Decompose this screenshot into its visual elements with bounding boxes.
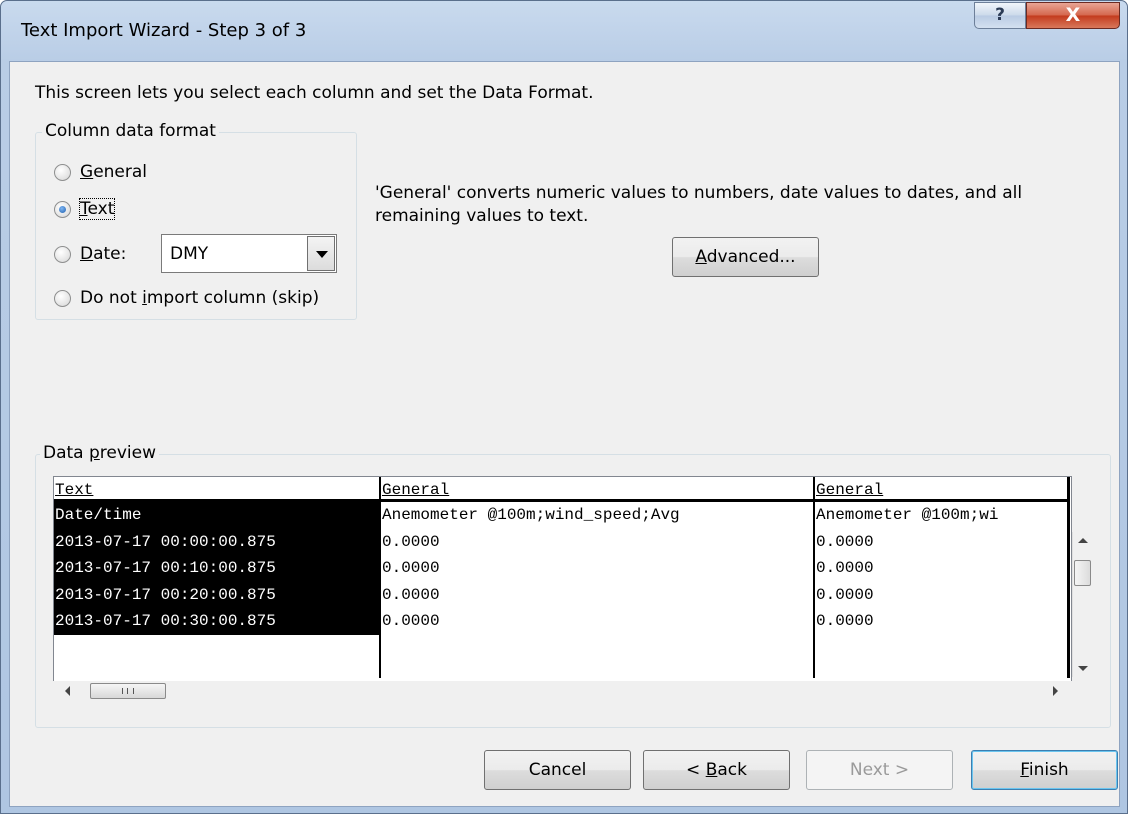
radio-date-accel: D xyxy=(80,244,94,264)
column-header[interactable]: General xyxy=(381,477,813,502)
table-cell: 2013-07-17 00:00:00.875 xyxy=(54,528,379,555)
back-accel: B xyxy=(705,760,718,780)
finish-button[interactable]: Finish xyxy=(971,750,1118,790)
radio-date-label: ate: xyxy=(93,244,127,264)
scroll-up-icon[interactable] xyxy=(1078,538,1088,543)
date-order-value: DMY xyxy=(170,244,209,264)
preview-column-1[interactable]: Text Date/time 2013-07-17 00:00:00.875 2… xyxy=(54,477,379,678)
next-button[interactable]: Next > xyxy=(806,750,953,790)
table-cell: 0.0000 xyxy=(816,532,874,551)
advanced-button[interactable]: Advanced... xyxy=(672,237,819,277)
vertical-scroll-thumb[interactable] xyxy=(1074,560,1091,586)
radio-general-label: eneral xyxy=(93,162,148,182)
radio-general-button[interactable] xyxy=(54,163,71,181)
back-pre: < xyxy=(686,760,706,780)
table-cell: Anemometer @100m;wi xyxy=(816,506,999,524)
radio-general-accel: G xyxy=(80,162,94,182)
close-button[interactable]: X xyxy=(1026,2,1120,29)
vertical-scrollbar[interactable] xyxy=(1072,532,1091,677)
back-label: ack xyxy=(717,760,747,780)
finish-label: inish xyxy=(1028,760,1069,780)
radio-text-button[interactable] xyxy=(54,200,71,218)
radio-text-label: ext xyxy=(87,199,115,219)
window-title: Text Import Wizard - Step 3 of 3 xyxy=(21,20,307,41)
radio-date-button[interactable] xyxy=(54,245,71,263)
table-cell: 2013-07-17 00:10:00.875 xyxy=(54,555,379,582)
back-button[interactable]: < Back xyxy=(643,750,790,790)
data-preview-legend-rest: review xyxy=(99,443,157,463)
column-header[interactable]: General xyxy=(815,477,1069,502)
table-cell: 0.0000 xyxy=(382,612,440,630)
table-cell: 0.0000 xyxy=(382,532,440,551)
preview-column-2[interactable]: General Anemometer @100m;wind_speed;Avg … xyxy=(381,477,813,678)
radio-text[interactable]: Text xyxy=(54,198,116,220)
advanced-accel: A xyxy=(695,247,707,267)
scroll-left-icon[interactable] xyxy=(65,686,70,696)
text-import-wizard-window: Text Import Wizard - Step 3 of 3 ? X Thi… xyxy=(0,0,1128,814)
radio-skip-label: mport column (skip) xyxy=(146,288,320,308)
scroll-down-icon[interactable] xyxy=(1078,666,1088,671)
table-cell: 2013-07-17 00:20:00.875 xyxy=(54,581,379,608)
data-preview-legend: Data preview xyxy=(40,443,160,463)
date-order-select[interactable]: DMY xyxy=(161,234,337,273)
radio-skip-column-button[interactable] xyxy=(54,289,71,307)
data-preview-legend-pre: Data xyxy=(43,443,89,463)
cancel-button[interactable]: Cancel xyxy=(484,750,631,790)
scroll-right-icon[interactable] xyxy=(1053,686,1058,696)
table-cell: 2013-07-17 00:30:00.875 xyxy=(54,608,379,635)
dialog-body: This screen lets you select each column … xyxy=(9,61,1120,807)
radio-date[interactable]: Date: xyxy=(54,244,126,264)
advanced-label: dvanced... xyxy=(706,247,796,267)
data-preview-legend-accel: p xyxy=(89,443,100,463)
radio-general[interactable]: General xyxy=(54,162,147,182)
table-cell: 0.0000 xyxy=(816,585,874,604)
table-cell: 0.0000 xyxy=(816,612,874,630)
preview-column-3[interactable]: General Anemometer @100m;wi 0.0000 0.000… xyxy=(815,477,1069,678)
table-cell: 0.0000 xyxy=(816,559,874,577)
intro-text: This screen lets you select each column … xyxy=(35,83,594,103)
table-cell: 0.0000 xyxy=(382,559,440,577)
help-button[interactable]: ? xyxy=(974,2,1026,29)
data-preview-grid[interactable]: Text Date/time 2013-07-17 00:00:00.875 2… xyxy=(53,476,1072,682)
radio-skip-column[interactable]: Do not import column (skip) xyxy=(54,288,319,308)
table-cell: Date/time xyxy=(54,502,379,529)
preview-columns: Text Date/time 2013-07-17 00:00:00.875 2… xyxy=(54,477,1070,678)
finish-accel: F xyxy=(1020,760,1029,780)
format-description: 'General' converts numeric values to num… xyxy=(375,183,1023,226)
column-header[interactable]: Text xyxy=(54,477,379,502)
horizontal-scroll-thumb[interactable] xyxy=(90,683,166,699)
horizontal-scrollbar[interactable] xyxy=(53,681,1073,701)
chevron-down-icon[interactable] xyxy=(307,236,335,271)
table-cell: Anemometer @100m;wind_speed;Avg xyxy=(382,506,680,524)
column-data-format-legend: Column data format xyxy=(42,121,219,141)
column-divider[interactable] xyxy=(1067,477,1070,678)
radio-skip-pre: Do not xyxy=(80,288,143,308)
table-cell: 0.0000 xyxy=(382,585,440,604)
radio-text-accel: T xyxy=(80,199,88,219)
